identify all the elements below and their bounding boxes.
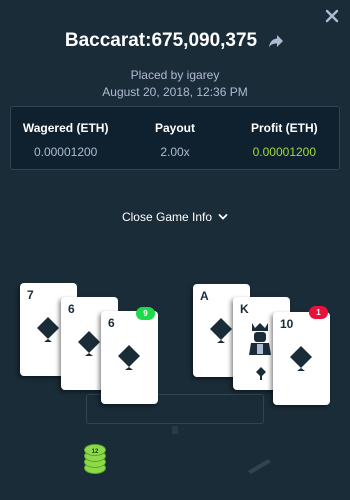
player-card: 6 [101, 311, 158, 404]
stat-value: 0.00001200 [33, 145, 98, 159]
king-figure [247, 321, 273, 355]
chevron-down-icon [218, 214, 228, 220]
card-rank: 6 [68, 302, 75, 316]
card-rank: A [200, 289, 209, 303]
card-rank: 7 [27, 288, 34, 302]
spade-icon [286, 342, 316, 372]
stat-wagered: Wagered (ETH) 0.00001200 [11, 107, 120, 169]
spade-icon [33, 313, 63, 343]
ghost-pen-icon [248, 459, 271, 474]
spade-icon [206, 314, 236, 344]
ghost-divider [172, 426, 178, 434]
club-icon [253, 365, 269, 381]
player-score-badge: 9 [136, 307, 155, 320]
bet-title: Baccarat:675,090,375 [64, 30, 258, 51]
close-icon[interactable] [324, 8, 340, 24]
toggle-label: Close Game Info [121, 210, 213, 224]
stat-payout: Payout 2.00x [120, 107, 229, 169]
close-game-info-toggle[interactable]: Close Game Info [0, 210, 350, 224]
bet-header: Baccarat:675,090,375 Placed by igarey Au… [0, 30, 350, 99]
card-rank: 10 [280, 317, 294, 331]
spade-icon [74, 327, 104, 357]
stat-label: Profit (ETH) [250, 121, 318, 135]
banker-score-badge: 1 [309, 306, 328, 319]
placed-by: Placed by igarey [130, 68, 220, 82]
stat-value: 2.00x [160, 145, 190, 159]
chip-stack: 12 [84, 444, 106, 476]
chip-value: 12 [91, 449, 99, 455]
stat-label: Wagered (ETH) [22, 121, 109, 135]
card-rank: 6 [108, 316, 115, 330]
card-rank: K [240, 302, 249, 316]
stat-value: 0.00001200 [252, 145, 317, 159]
stat-profit: Profit (ETH) 0.00001200 [230, 107, 339, 169]
banker-card: 10 [273, 312, 330, 405]
spade-icon [114, 341, 144, 371]
stat-label: Payout [154, 121, 195, 135]
bet-stats-panel: Wagered (ETH) 0.00001200 Payout 2.00x Pr… [10, 106, 340, 170]
share-icon[interactable] [267, 32, 285, 50]
bet-date: August 20, 2018, 12:36 PM [102, 85, 248, 99]
